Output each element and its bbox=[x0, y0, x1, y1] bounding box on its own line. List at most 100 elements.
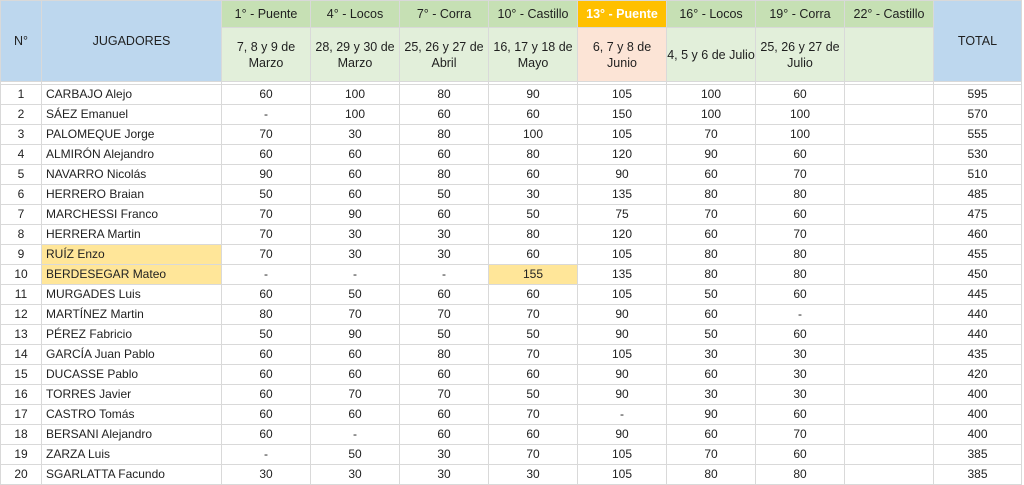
total-cell: 475 bbox=[934, 205, 1022, 225]
header-event-name: 22° - Castillo bbox=[845, 1, 934, 28]
player-name: PALOMEQUE Jorge bbox=[42, 125, 222, 145]
score-cell: 50 bbox=[222, 185, 311, 205]
score-cell: 135 bbox=[578, 265, 667, 285]
total-cell: 455 bbox=[934, 245, 1022, 265]
score-cell bbox=[845, 165, 934, 185]
score-cell: 60 bbox=[756, 405, 845, 425]
row-number: 16 bbox=[1, 385, 42, 405]
score-cell: 60 bbox=[667, 225, 756, 245]
header-total: TOTAL bbox=[934, 1, 1022, 82]
score-cell: 100 bbox=[667, 85, 756, 105]
row-number: 14 bbox=[1, 345, 42, 365]
table-row: 20SGARLATTA Facundo303030301058080385 bbox=[1, 465, 1024, 485]
score-cell: 60 bbox=[756, 445, 845, 465]
player-name: ZARZA Luis bbox=[42, 445, 222, 465]
score-cell: 60 bbox=[489, 245, 578, 265]
score-cell: 70 bbox=[667, 445, 756, 465]
score-cell bbox=[845, 425, 934, 445]
player-name: HERRERO Braian bbox=[42, 185, 222, 205]
score-cell: 30 bbox=[756, 385, 845, 405]
score-cell bbox=[845, 285, 934, 305]
score-cell: 80 bbox=[756, 465, 845, 485]
score-cell: 80 bbox=[489, 145, 578, 165]
row-number: 6 bbox=[1, 185, 42, 205]
score-cell: 60 bbox=[222, 405, 311, 425]
header-event-name-current: 13° - Puente bbox=[578, 1, 667, 28]
table-row: 4ALMIRÓN Alejandro606060801209060530 bbox=[1, 145, 1024, 165]
row-number: 20 bbox=[1, 465, 42, 485]
header-event-name: 4° - Locos bbox=[311, 1, 400, 28]
score-cell: 50 bbox=[222, 325, 311, 345]
score-cell: 60 bbox=[311, 345, 400, 365]
table-row: 19ZARZA Luis-5030701057060385 bbox=[1, 445, 1024, 465]
score-cell: 80 bbox=[400, 345, 489, 365]
total-cell: 385 bbox=[934, 445, 1022, 465]
score-cell: 60 bbox=[311, 405, 400, 425]
score-cell: 30 bbox=[489, 185, 578, 205]
total-cell: 400 bbox=[934, 405, 1022, 425]
score-cell: 30 bbox=[311, 125, 400, 145]
score-cell: 60 bbox=[222, 425, 311, 445]
table-row: 18BERSANI Alejandro60-6060906070400 bbox=[1, 425, 1024, 445]
player-name: PÉREZ Fabricio bbox=[42, 325, 222, 345]
table-row: 1CARBAJO Alejo60100809010510060595 bbox=[1, 85, 1024, 105]
header-event-dates bbox=[845, 28, 934, 82]
score-cell bbox=[845, 85, 934, 105]
score-cell: 70 bbox=[667, 125, 756, 145]
score-cell: 80 bbox=[667, 245, 756, 265]
score-cell: 70 bbox=[667, 205, 756, 225]
score-cell: 30 bbox=[400, 445, 489, 465]
total-cell: 485 bbox=[934, 185, 1022, 205]
score-cell: 50 bbox=[400, 185, 489, 205]
score-cell: - bbox=[222, 445, 311, 465]
score-cell bbox=[845, 145, 934, 165]
score-cell: 60 bbox=[667, 165, 756, 185]
score-cell: 70 bbox=[489, 405, 578, 425]
score-cell: 60 bbox=[311, 365, 400, 385]
score-cell: 120 bbox=[578, 145, 667, 165]
score-cell: 80 bbox=[756, 185, 845, 205]
score-cell: 80 bbox=[400, 85, 489, 105]
score-cell: 30 bbox=[489, 465, 578, 485]
score-cell: 100 bbox=[667, 105, 756, 125]
score-cell: 105 bbox=[578, 445, 667, 465]
score-cell: 70 bbox=[311, 305, 400, 325]
player-name: MARCHESSI Franco bbox=[42, 205, 222, 225]
score-cell: 105 bbox=[578, 465, 667, 485]
score-cell: 60 bbox=[400, 425, 489, 445]
player-name: BERDESEGAR Mateo bbox=[42, 265, 222, 285]
score-cell bbox=[845, 325, 934, 345]
player-name: GARCÍA Juan Pablo bbox=[42, 345, 222, 365]
row-number: 19 bbox=[1, 445, 42, 465]
score-cell: 80 bbox=[667, 465, 756, 485]
score-cell: 90 bbox=[311, 325, 400, 345]
score-cell: 70 bbox=[489, 445, 578, 465]
row-number: 1 bbox=[1, 85, 42, 105]
score-cell: 60 bbox=[311, 185, 400, 205]
player-name: DUCASSE Pablo bbox=[42, 365, 222, 385]
score-cell bbox=[845, 405, 934, 425]
score-cell: 75 bbox=[578, 205, 667, 225]
total-cell: 450 bbox=[934, 265, 1022, 285]
row-number: 10 bbox=[1, 265, 42, 285]
score-cell: 30 bbox=[222, 465, 311, 485]
table-row: 2SÁEZ Emanuel-1006060150100100570 bbox=[1, 105, 1024, 125]
score-cell: - bbox=[311, 265, 400, 285]
table-row: 5NAVARRO Nicolás90608060906070510 bbox=[1, 165, 1024, 185]
player-name: HERRERA Martin bbox=[42, 225, 222, 245]
score-cell: 90 bbox=[667, 405, 756, 425]
row-number: 5 bbox=[1, 165, 42, 185]
score-cell: - bbox=[400, 265, 489, 285]
score-cell: 90 bbox=[578, 385, 667, 405]
row-number: 13 bbox=[1, 325, 42, 345]
total-cell: 595 bbox=[934, 85, 1022, 105]
score-cell: 60 bbox=[311, 145, 400, 165]
score-cell: 60 bbox=[756, 145, 845, 165]
header-event-dates: 16, 17 y 18 de Mayo bbox=[489, 28, 578, 82]
score-cell: 30 bbox=[400, 465, 489, 485]
score-cell: 70 bbox=[222, 205, 311, 225]
score-cell: 60 bbox=[489, 425, 578, 445]
player-name: SGARLATTA Facundo bbox=[42, 465, 222, 485]
table-row: 15DUCASSE Pablo60606060906030420 bbox=[1, 365, 1024, 385]
score-cell: 60 bbox=[222, 285, 311, 305]
